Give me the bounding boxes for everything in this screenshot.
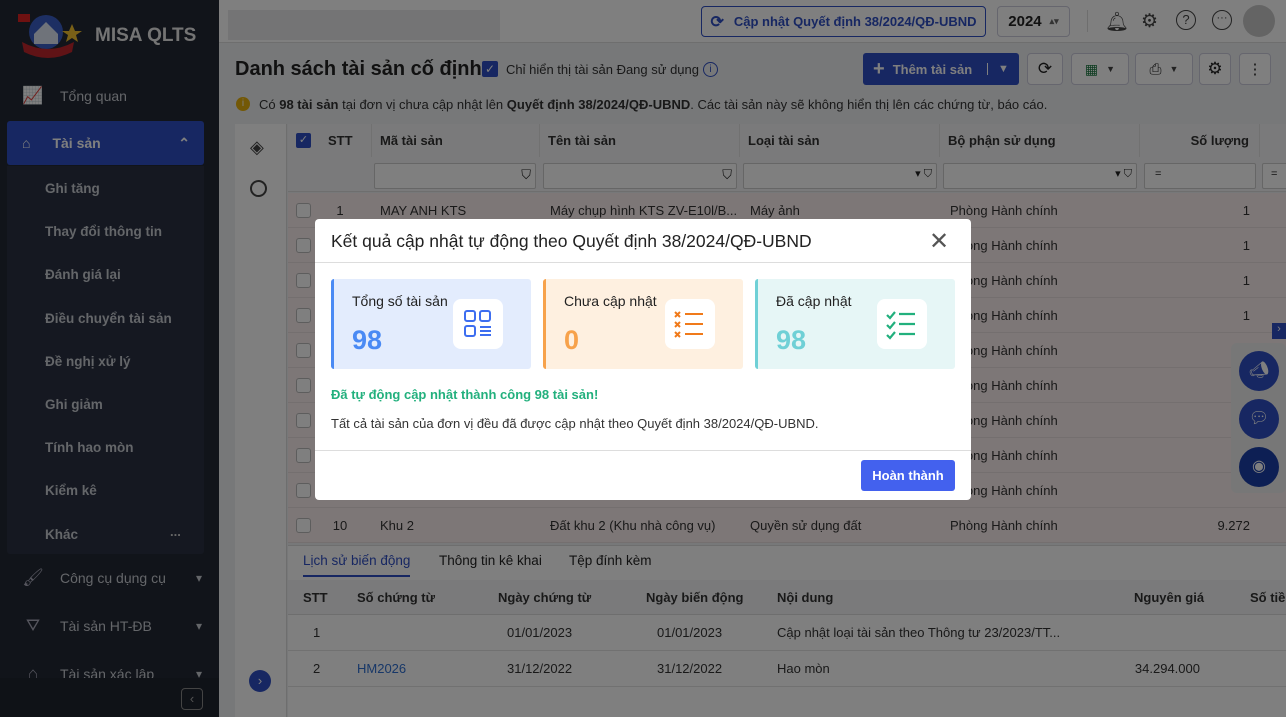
update-result-dialog: Kết quả cập nhật tự động theo Quyết định… <box>315 219 971 500</box>
done-button[interactable]: Hoàn thành <box>861 460 955 491</box>
not-updated-card: Chưa cập nhật 0 <box>543 279 743 369</box>
card-label: Tổng số tài sản <box>352 293 448 309</box>
success-message: Đã tự động cập nhật thành công 98 tài sả… <box>331 387 599 402</box>
card-value: 0 <box>564 325 580 355</box>
check-list-icon <box>877 299 927 349</box>
card-value: 98 <box>776 325 807 355</box>
updated-card: Đã cập nhật 98 <box>755 279 955 369</box>
grid-list-icon <box>453 299 503 349</box>
x-list-icon <box>665 299 715 349</box>
total-assets-card: Tổng số tài sản 98 <box>331 279 531 369</box>
card-label: Đã cập nhật <box>776 293 852 309</box>
card-label: Chưa cập nhật <box>564 293 657 309</box>
card-value: 98 <box>352 325 383 355</box>
dialog-title: Kết quả cập nhật tự động theo Quyết định… <box>331 231 812 251</box>
close-icon[interactable]: ✕ <box>929 227 949 256</box>
result-message: Tất cả tài sản của đơn vị đều đã được cậ… <box>331 416 819 431</box>
